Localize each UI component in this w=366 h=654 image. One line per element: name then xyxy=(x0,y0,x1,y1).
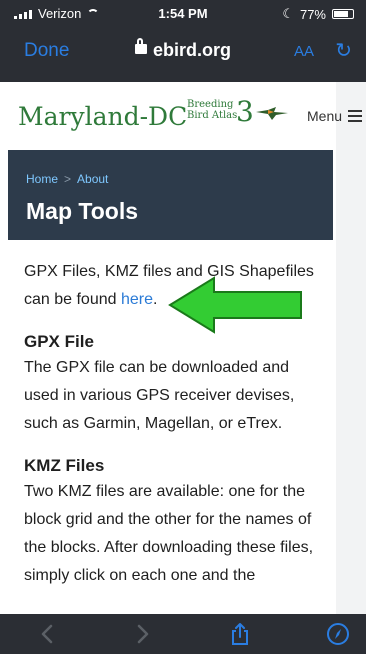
status-bar: Verizon 1:54 PM ☾ 77% xyxy=(0,0,366,24)
page-title: Map Tools xyxy=(26,198,139,224)
kmz-paragraph: Two KMZ files are available: one for the… xyxy=(24,483,314,584)
battery-icon xyxy=(332,9,354,19)
bird-logo-icon xyxy=(256,107,288,120)
kmz-heading: KMZ Files xyxy=(24,456,105,475)
lock-icon xyxy=(134,38,147,55)
logo-number: 3 xyxy=(236,95,254,128)
page-banner: Home > About Map Tools xyxy=(8,150,333,240)
web-page: Maryland-DC Breeding Bird Atlas 3 Menu H… xyxy=(0,82,366,614)
intro-end: . xyxy=(153,291,158,308)
side-panel-edge xyxy=(336,82,366,614)
here-link[interactable]: here xyxy=(121,291,153,308)
green-arrow-annotation xyxy=(168,276,302,334)
reload-icon[interactable]: ↻ xyxy=(335,38,352,63)
browser-toolbar xyxy=(0,614,366,654)
logo-bird-atlas: Bird Atlas xyxy=(187,110,238,121)
gpx-paragraph: The GPX file can be downloaded and used … xyxy=(24,359,295,432)
browser-chrome-top: Verizon 1:54 PM ☾ 77% Done ebird.org AA … xyxy=(0,0,366,82)
breadcrumb-separator: > xyxy=(64,172,72,186)
battery-percent: 77% xyxy=(299,6,326,22)
alarm-icon: ☾ xyxy=(282,6,294,21)
logo-breeding: Breeding xyxy=(187,99,234,110)
hamburger-menu-icon[interactable] xyxy=(348,110,362,122)
breadcrumb-home-link[interactable]: Home xyxy=(26,172,58,186)
url-text: ebird.org xyxy=(152,40,231,60)
reader-aa-button[interactable]: AA xyxy=(294,43,314,60)
status-right: ☾ 77% xyxy=(282,6,354,22)
share-icon[interactable] xyxy=(228,622,252,646)
safari-address-bar: Done ebird.org AA ↻ xyxy=(0,28,366,72)
chevron-left-icon[interactable] xyxy=(36,622,60,646)
logo-subtitle: Breeding Bird Atlas xyxy=(187,99,237,121)
menu-label[interactable]: Menu xyxy=(307,108,342,124)
site-header: Maryland-DC Breeding Bird Atlas 3 Menu xyxy=(0,82,366,148)
chevron-right-icon[interactable] xyxy=(130,622,154,646)
compass-icon[interactable] xyxy=(326,622,350,646)
breadcrumb-about-link[interactable]: About xyxy=(77,172,108,186)
site-logo-text[interactable]: Maryland-DC xyxy=(18,102,187,131)
breadcrumb: Home > About xyxy=(26,172,108,186)
